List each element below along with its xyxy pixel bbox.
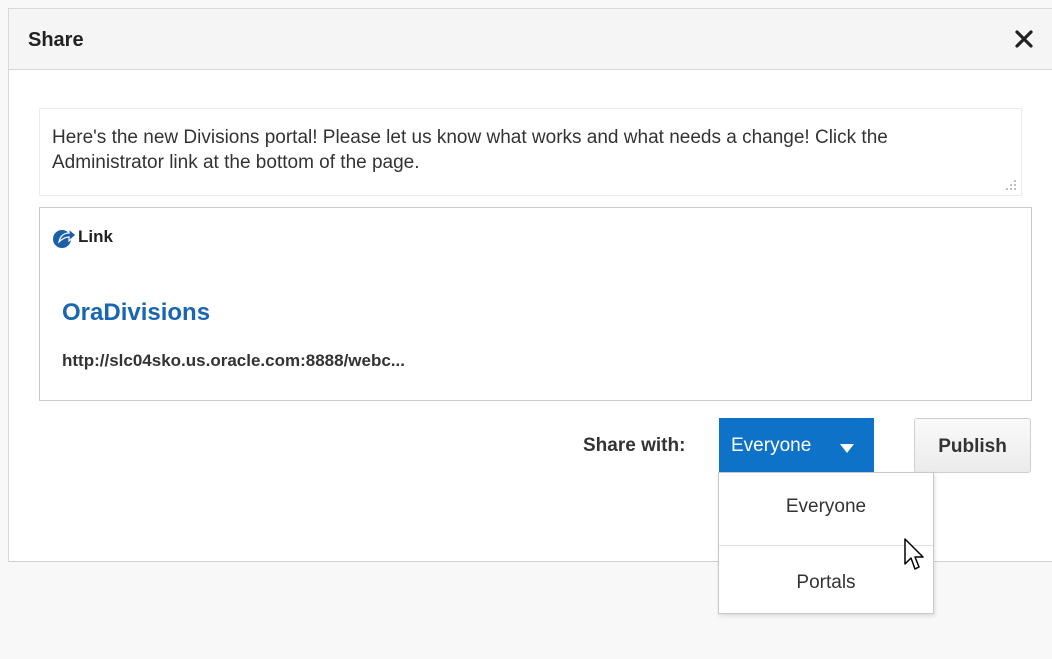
menu-item-label: Everyone [785,496,867,517]
share-with-dropdown[interactable]: Everyone [719,418,874,473]
link-label: Link [78,227,113,246]
menu-item-label: Portals [796,572,856,593]
close-button[interactable] [1012,27,1036,51]
link-title[interactable]: OraDivisions [62,299,210,327]
share-with-menu: Everyone Portals [718,472,934,614]
message-textarea[interactable]: Here's the new Divisions portal! Please … [39,108,1022,196]
resize-grip-icon[interactable] [1003,177,1017,191]
share-with-label: Share with: [583,435,686,456]
publish-button[interactable]: Publish [914,418,1031,473]
link-preview: Link OraDivisions http://slc04sko.us.ora… [39,207,1032,401]
link-header: Link [51,224,113,250]
menu-item-everyone[interactable]: Everyone [719,473,933,543]
share-arrow-icon [53,227,77,248]
dialog-header: Share [9,9,1052,70]
dialog-title: Share [28,29,84,51]
link-url: http://slc04sko.us.oracle.com:8888/webc.… [62,351,405,370]
message-text: Here's the new Divisions portal! Please … [52,127,888,173]
menu-item-portals[interactable]: Portals [719,545,933,615]
share-with-selected: Everyone [731,435,812,456]
caret-down-icon [840,444,854,453]
close-icon [1015,30,1033,48]
publish-button-label: Publish [938,436,1007,457]
